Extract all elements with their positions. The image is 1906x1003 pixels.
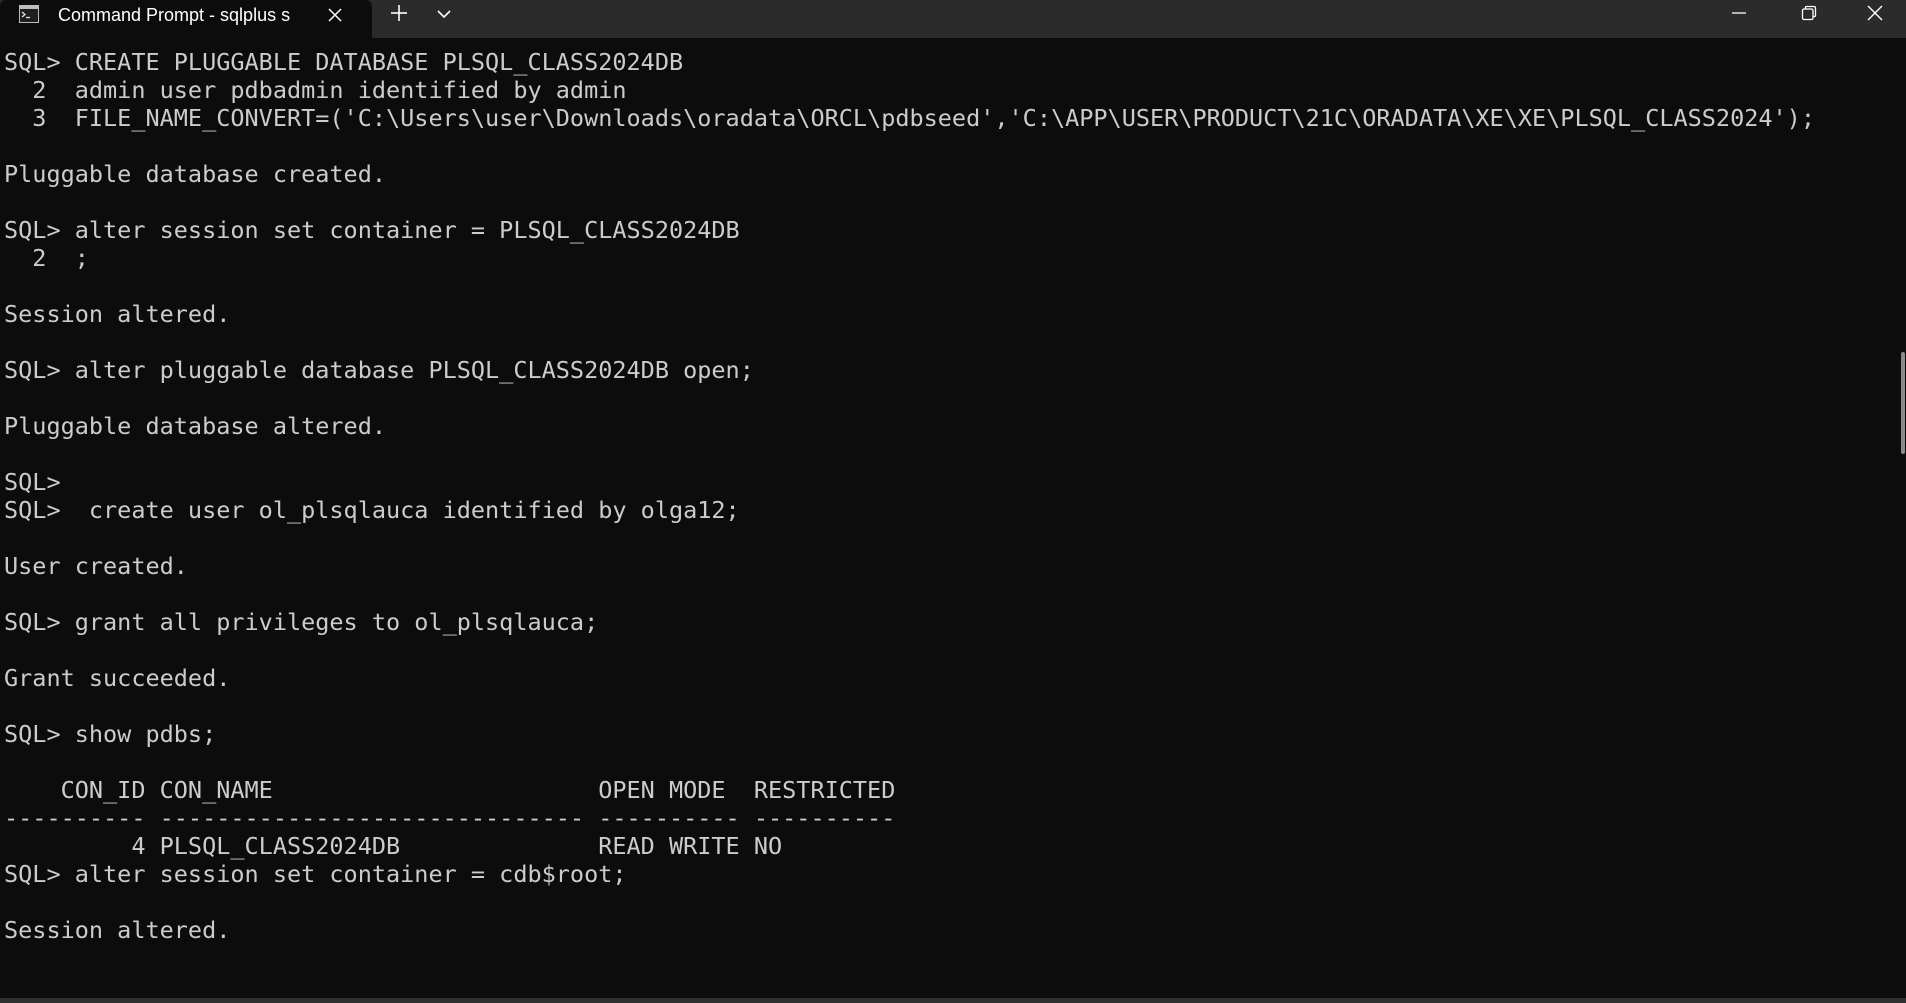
close-icon <box>1867 5 1883 26</box>
terminal-line: Session altered. <box>4 916 231 944</box>
chevron-down-icon <box>437 6 451 24</box>
new-tab-button[interactable] <box>381 0 417 30</box>
minimize-icon <box>1731 5 1747 26</box>
terminal-output[interactable]: SQL> CREATE PLUGGABLE DATABASE PLSQL_CLA… <box>4 48 1884 972</box>
terminal-line: Grant succeeded. <box>4 664 231 692</box>
restore-button[interactable] <box>1778 0 1840 30</box>
plus-icon <box>390 4 408 27</box>
terminal-line: Pluggable database altered. <box>4 412 387 440</box>
minimize-button[interactable] <box>1708 0 1770 30</box>
tab-title: Command Prompt - sqlplus s <box>58 5 291 25</box>
terminal-line: 2 ; <box>4 244 89 272</box>
scrollbar-thumb[interactable] <box>1901 352 1905 454</box>
terminal-line: SQL> alter session set container = cdb$r… <box>4 860 627 888</box>
tab-command-prompt[interactable]: Command Prompt - sqlplus s <box>0 0 372 38</box>
terminal-line: SQL> CREATE PLUGGABLE DATABASE PLSQL_CLA… <box>4 48 684 76</box>
terminal-line: Pluggable database created. <box>4 160 387 188</box>
terminal-line: 3 FILE_NAME_CONVERT=('C:\Users\user\Down… <box>4 104 1815 132</box>
terminal-line: 4 PLSQL_CLASS2024DB READ WRITE NO <box>4 832 783 860</box>
terminal-line: ---------- -----------------------------… <box>4 804 896 832</box>
terminal-line: 2 admin user pdbadmin identified by admi… <box>4 76 627 104</box>
terminal-line: SQL> <box>4 468 61 496</box>
restore-icon <box>1801 5 1817 26</box>
close-window-button[interactable] <box>1844 0 1906 30</box>
terminal-line: User created. <box>4 552 188 580</box>
title-bar: Command Prompt - sqlplus s <box>0 0 1906 38</box>
terminal-window: Command Prompt - sqlplus s SQL> CREATE P… <box>0 0 1906 1003</box>
terminal-line: Session altered. <box>4 300 231 328</box>
terminal-icon <box>19 5 39 23</box>
terminal-line: SQL> grant all privileges to ol_plsqlauc… <box>4 608 599 636</box>
window-bottom-edge <box>0 998 1906 1003</box>
terminal-line: SQL> create user ol_plsqlauca identified… <box>4 496 740 524</box>
terminal-line: SQL> alter pluggable database PLSQL_CLAS… <box>4 356 754 384</box>
terminal-line: CON_ID CON_NAME OPEN MODE RESTRICTED <box>4 776 896 804</box>
tab-dropdown-button[interactable] <box>428 0 460 30</box>
tab-close-icon[interactable] <box>322 2 348 28</box>
terminal-line: SQL> show pdbs; <box>4 720 217 748</box>
terminal-line: SQL> alter session set container = PLSQL… <box>4 216 740 244</box>
